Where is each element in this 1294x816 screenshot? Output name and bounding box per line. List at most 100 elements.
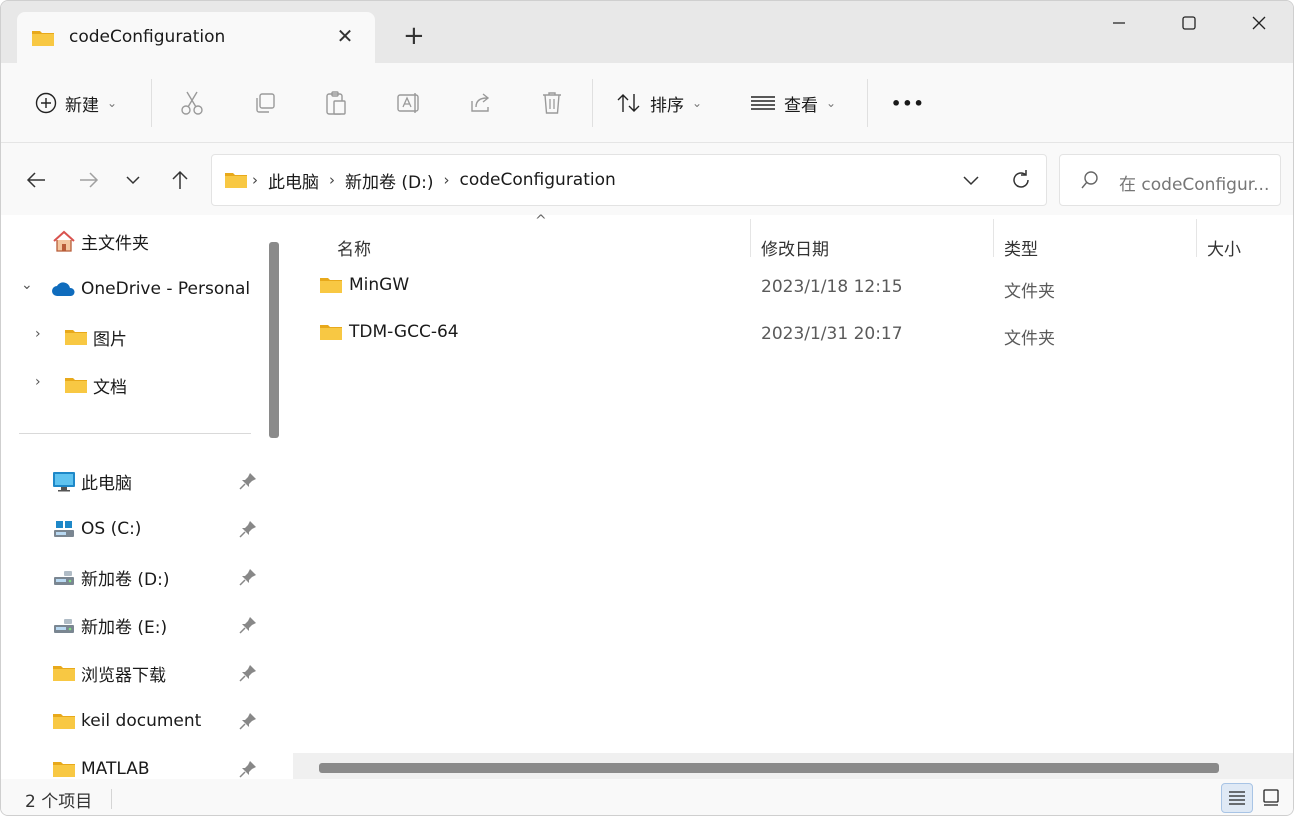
title-bar: codeConfiguration ✕ +: [1, 1, 1293, 63]
pin-icon[interactable]: [238, 759, 258, 779]
paste-button[interactable]: [324, 85, 348, 121]
breadcrumb-drive-d[interactable]: 新加卷 (D:): [345, 168, 434, 193]
column-header-type-label: 类型: [1004, 239, 1038, 260]
pin-icon[interactable]: [238, 663, 258, 683]
sidebar-item-this-pc[interactable]: 此电脑: [51, 465, 132, 497]
folder-icon: [63, 374, 89, 396]
tab-code-configuration[interactable]: codeConfiguration ✕: [17, 12, 375, 63]
sidebar-item-keil-document[interactable]: keil document: [51, 705, 201, 737]
sidebar-item-drive-c[interactable]: OS (C:): [51, 513, 141, 545]
back-button[interactable]: [21, 165, 51, 195]
sort-button[interactable]: 排序 ⌄: [616, 85, 702, 121]
search-input[interactable]: 在 codeConfigur...: [1059, 154, 1281, 206]
sidebar-item-pictures[interactable]: 图片: [63, 321, 127, 353]
close-icon: [1252, 16, 1266, 30]
details-view-button[interactable]: [1221, 783, 1253, 813]
file-name-cell: TDM-GCC-64: [319, 322, 459, 342]
home-icon: [51, 230, 77, 252]
paste-icon: [326, 91, 346, 115]
sidebar-item-label: MATLAB: [81, 759, 150, 779]
chevron-down-icon: ⌄: [692, 96, 703, 110]
pin-icon[interactable]: [238, 567, 258, 587]
pin-icon[interactable]: [238, 615, 258, 635]
recent-locations-button[interactable]: [118, 165, 148, 195]
column-divider[interactable]: [993, 219, 994, 257]
view-icon: [751, 96, 775, 110]
sort-label: 排序: [650, 95, 684, 116]
sidebar-item-drive-d[interactable]: 新加卷 (D:): [51, 561, 170, 593]
file-modified: 2023/1/18 12:15: [761, 277, 903, 297]
search-icon: [1080, 170, 1100, 194]
column-divider[interactable]: [750, 219, 751, 257]
file-name: MinGW: [349, 275, 410, 295]
pin-icon[interactable]: [238, 711, 258, 731]
view-button[interactable]: 查看 ⌄: [750, 85, 836, 121]
sidebar-item-label: 新加卷 (E:): [81, 617, 168, 638]
pin-icon[interactable]: [238, 471, 258, 491]
chevron-right-icon[interactable]: ›: [252, 171, 258, 189]
column-divider[interactable]: [1196, 219, 1197, 257]
delete-button[interactable]: [540, 85, 564, 121]
share-button[interactable]: [468, 85, 494, 121]
folder-icon: [51, 662, 77, 684]
divider: [19, 433, 251, 434]
drive-icon: [51, 518, 77, 540]
file-name-cell: MinGW: [319, 275, 409, 295]
folder-icon: [51, 758, 77, 780]
address-bar[interactable]: › 此电脑 › 新加卷 (D:) › codeConfiguration: [211, 154, 1047, 206]
sort-icon: [617, 94, 640, 112]
sidebar-item-label: OneDrive - Personal: [81, 279, 251, 299]
chevron-right-icon[interactable]: ›: [329, 171, 335, 189]
sidebar-item-browser-downloads[interactable]: 浏览器下载: [51, 657, 166, 689]
column-header-name[interactable]: 名称: [337, 225, 371, 269]
item-count: 2 个项目: [25, 792, 93, 812]
tiles-view-icon: [1263, 789, 1279, 806]
breadcrumb-current-folder[interactable]: codeConfiguration: [460, 170, 616, 190]
folder-icon: [63, 326, 89, 348]
copy-button[interactable]: [253, 85, 277, 121]
horizontal-scrollbar-thumb[interactable]: [319, 763, 1219, 773]
up-button[interactable]: [165, 165, 195, 195]
column-header-type[interactable]: 类型: [1004, 225, 1038, 269]
table-row[interactable]: MinGW 2023/1/18 12:15 文件夹: [319, 267, 1279, 307]
more-options-button[interactable]: •••: [891, 85, 925, 121]
refresh-button[interactable]: [1009, 168, 1033, 196]
drive-icon: [51, 566, 77, 588]
sidebar-item-label: keil document: [81, 711, 202, 731]
rename-button[interactable]: [396, 85, 422, 121]
pin-icon[interactable]: [238, 519, 258, 539]
column-header-modified[interactable]: 修改日期: [761, 225, 829, 269]
chevron-right-icon[interactable]: ›: [444, 171, 450, 189]
close-window-button[interactable]: [1224, 1, 1293, 45]
divider: [111, 789, 112, 809]
share-icon: [471, 93, 490, 112]
breadcrumb-this-pc[interactable]: 此电脑: [268, 168, 319, 193]
forward-button[interactable]: [74, 165, 104, 195]
maximize-button[interactable]: [1154, 1, 1224, 45]
close-tab-button[interactable]: ✕: [334, 25, 356, 47]
sidebar-item-label: 图片: [93, 329, 127, 350]
cut-button[interactable]: [180, 85, 204, 121]
new-button[interactable]: 新建 ⌄: [35, 85, 117, 121]
arrow-right-icon: [80, 172, 99, 188]
column-header-size[interactable]: 大小: [1207, 225, 1241, 269]
chevron-down-icon: [963, 176, 979, 186]
sidebar-item-onedrive[interactable]: OneDrive - Personal: [51, 273, 250, 305]
chevron-right-icon[interactable]: ›: [35, 326, 41, 342]
chevron-down-icon: ⌄: [107, 96, 118, 110]
chevron-right-icon[interactable]: ›: [35, 374, 41, 390]
minimize-button[interactable]: [1084, 1, 1154, 45]
tab-title: codeConfiguration: [69, 27, 226, 47]
table-row[interactable]: TDM-GCC-64 2023/1/31 20:17 文件夹: [319, 314, 1279, 354]
navigation-scrollbar-thumb[interactable]: [269, 242, 279, 438]
sidebar-item-drive-e[interactable]: 新加卷 (E:): [51, 609, 167, 641]
sidebar-item-label: 主文件夹: [81, 233, 149, 254]
large-icons-view-button[interactable]: [1255, 783, 1287, 813]
sidebar-item-home[interactable]: 主文件夹: [51, 225, 149, 257]
chevron-down-icon[interactable]: ⌄: [21, 277, 33, 293]
view-label: 查看: [784, 95, 818, 116]
plus-circle-icon: [35, 92, 57, 114]
new-tab-button[interactable]: +: [403, 23, 425, 49]
address-history-button[interactable]: [960, 169, 982, 195]
sidebar-item-documents[interactable]: 文档: [63, 369, 127, 401]
